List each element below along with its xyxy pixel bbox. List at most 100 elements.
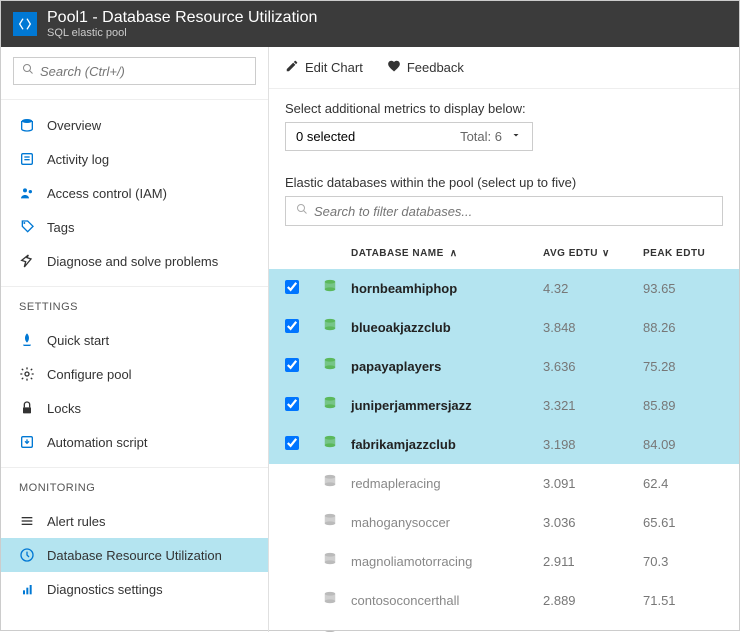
db-peak-edtu: 70.3 — [643, 554, 723, 569]
page-subtitle: SQL elastic pool — [47, 27, 317, 39]
table-row[interactable]: hornbeamhiphop4.3293.65 — [269, 269, 739, 308]
toolbar: Edit Chart Feedback — [269, 47, 739, 89]
feedback-label: Feedback — [407, 60, 464, 75]
db-peak-edtu: 65.61 — [643, 515, 723, 530]
database-icon — [321, 473, 351, 494]
db-filter-input[interactable] — [314, 204, 712, 219]
sidebar-item-access-control[interactable]: Access control (IAM) — [1, 176, 268, 210]
sidebar-item-configure-pool[interactable]: Configure pool — [1, 357, 268, 391]
database-icon — [321, 590, 351, 611]
db-peak-edtu: 88.26 — [643, 320, 723, 335]
col-avg-edtu[interactable]: AVG EDTU ∨ — [543, 248, 643, 259]
db-filter[interactable] — [285, 196, 723, 226]
table-row[interactable]: fabrikamjazzclub3.19884.09 — [269, 425, 739, 464]
db-name: blueoakjazzclub — [351, 320, 543, 335]
sidebar-search[interactable] — [13, 57, 256, 85]
heart-icon — [387, 59, 401, 76]
search-input[interactable] — [40, 64, 247, 79]
table-row[interactable]: blueoakjazzclub3.84888.26 — [269, 308, 739, 347]
feedback-button[interactable]: Feedback — [387, 59, 464, 76]
automation-icon — [19, 434, 35, 450]
sidebar-item-label: Diagnostics settings — [47, 582, 163, 597]
sidebar-item-diagnose[interactable]: Diagnose and solve problems — [1, 244, 268, 278]
col-database-name[interactable]: DATABASE NAME ∧ — [351, 248, 543, 259]
sidebar-item-diagnostics[interactable]: Diagnostics settings — [1, 572, 268, 606]
db-avg-edtu: 3.636 — [543, 359, 643, 374]
db-resource-icon — [19, 547, 35, 563]
database-icon — [321, 317, 351, 338]
row-checkbox[interactable] — [285, 397, 299, 411]
db-avg-edtu: 4.32 — [543, 281, 643, 296]
table-row[interactable]: juniperjammersjazz3.32185.89 — [269, 386, 739, 425]
table-row[interactable]: contosoconcerthall2.88971.51 — [269, 581, 739, 620]
db-avg-edtu: 2.889 — [543, 593, 643, 608]
table-row[interactable]: redmapleracing3.09162.4 — [269, 464, 739, 503]
db-name: mahoganysoccer — [351, 515, 543, 530]
db-peak-edtu: 75.28 — [643, 359, 723, 374]
metrics-label: Select additional metrics to display bel… — [285, 101, 723, 116]
sidebar-item-alert-rules[interactable]: Alert rules — [1, 504, 268, 538]
sidebar-item-automation[interactable]: Automation script — [1, 425, 268, 459]
sidebar: Overview Activity log Access control (IAM)… — [1, 47, 269, 632]
sidebar-item-label: Activity log — [47, 152, 109, 167]
diagnose-icon — [19, 253, 35, 269]
database-icon — [321, 434, 351, 455]
quick-start-icon — [19, 332, 35, 348]
database-icon — [321, 551, 351, 572]
db-peak-edtu: 93.65 — [643, 281, 723, 296]
db-avg-edtu: 3.036 — [543, 515, 643, 530]
table-header: DATABASE NAME ∧ AVG EDTU ∨ PEAK EDTU — [269, 238, 739, 269]
dblist-label: Elastic databases within the pool (selec… — [285, 175, 723, 190]
database-icon — [321, 512, 351, 533]
sidebar-item-label: Locks — [47, 401, 81, 416]
sidebar-item-label: Alert rules — [47, 514, 106, 529]
search-icon — [296, 202, 308, 220]
sidebar-item-quick-start[interactable]: Quick start — [1, 323, 268, 357]
db-avg-edtu: 3.321 — [543, 398, 643, 413]
db-name: contosoconcerthall — [351, 593, 543, 608]
sidebar-item-activity-log[interactable]: Activity log — [1, 142, 268, 176]
db-avg-edtu: 3.198 — [543, 437, 643, 452]
col-peak-edtu[interactable]: PEAK EDTU — [643, 248, 723, 259]
db-avg-edtu: 3.848 — [543, 320, 643, 335]
edit-chart-button[interactable]: Edit Chart — [285, 59, 363, 76]
database-icon — [321, 278, 351, 299]
db-avg-edtu: 2.911 — [543, 554, 643, 569]
table-row[interactable]: dogwooddojo2.73157.49 — [269, 620, 739, 632]
row-checkbox[interactable] — [285, 319, 299, 333]
sort-desc-icon: ∨ — [602, 248, 610, 259]
row-checkbox[interactable] — [285, 280, 299, 294]
sidebar-item-overview[interactable]: Overview — [1, 108, 268, 142]
sidebar-item-tags[interactable]: Tags — [1, 210, 268, 244]
sidebar-item-label: Access control (IAM) — [47, 186, 167, 201]
row-checkbox[interactable] — [285, 436, 299, 450]
db-name: redmapleracing — [351, 476, 543, 491]
table-row[interactable]: mahoganysoccer3.03665.61 — [269, 503, 739, 542]
monitoring-heading: MONITORING — [1, 472, 268, 500]
sidebar-item-label: Tags — [47, 220, 74, 235]
blade-icon — [13, 12, 37, 36]
configure-pool-icon — [19, 366, 35, 382]
row-checkbox[interactable] — [285, 358, 299, 372]
pencil-icon — [285, 59, 299, 76]
alert-rules-icon — [19, 513, 35, 529]
db-name: magnoliamotorracing — [351, 554, 543, 569]
metrics-dropdown[interactable]: 0 selected Total: 6 — [285, 122, 533, 151]
access-control-icon — [19, 185, 35, 201]
chevron-down-icon — [510, 129, 522, 144]
table-row[interactable]: papayaplayers3.63675.28 — [269, 347, 739, 386]
table-body: hornbeamhiphop4.3293.65blueoakjazzclub3.… — [269, 269, 739, 632]
sidebar-item-label: Quick start — [47, 333, 109, 348]
sort-asc-icon: ∧ — [450, 248, 458, 259]
db-name: juniperjammersjazz — [351, 398, 543, 413]
edit-chart-label: Edit Chart — [305, 60, 363, 75]
sidebar-item-label: Overview — [47, 118, 101, 133]
sidebar-item-db-resource[interactable]: Database Resource Utilization — [1, 538, 268, 572]
sidebar-item-label: Database Resource Utilization — [47, 548, 222, 563]
sidebar-item-locks[interactable]: Locks — [1, 391, 268, 425]
blade-header: Pool1 - Database Resource Utilization SQ… — [1, 1, 739, 47]
table-row[interactable]: magnoliamotorracing2.91170.3 — [269, 542, 739, 581]
sidebar-item-label: Configure pool — [47, 367, 132, 382]
diagnostics-icon — [19, 581, 35, 597]
database-icon — [321, 356, 351, 377]
